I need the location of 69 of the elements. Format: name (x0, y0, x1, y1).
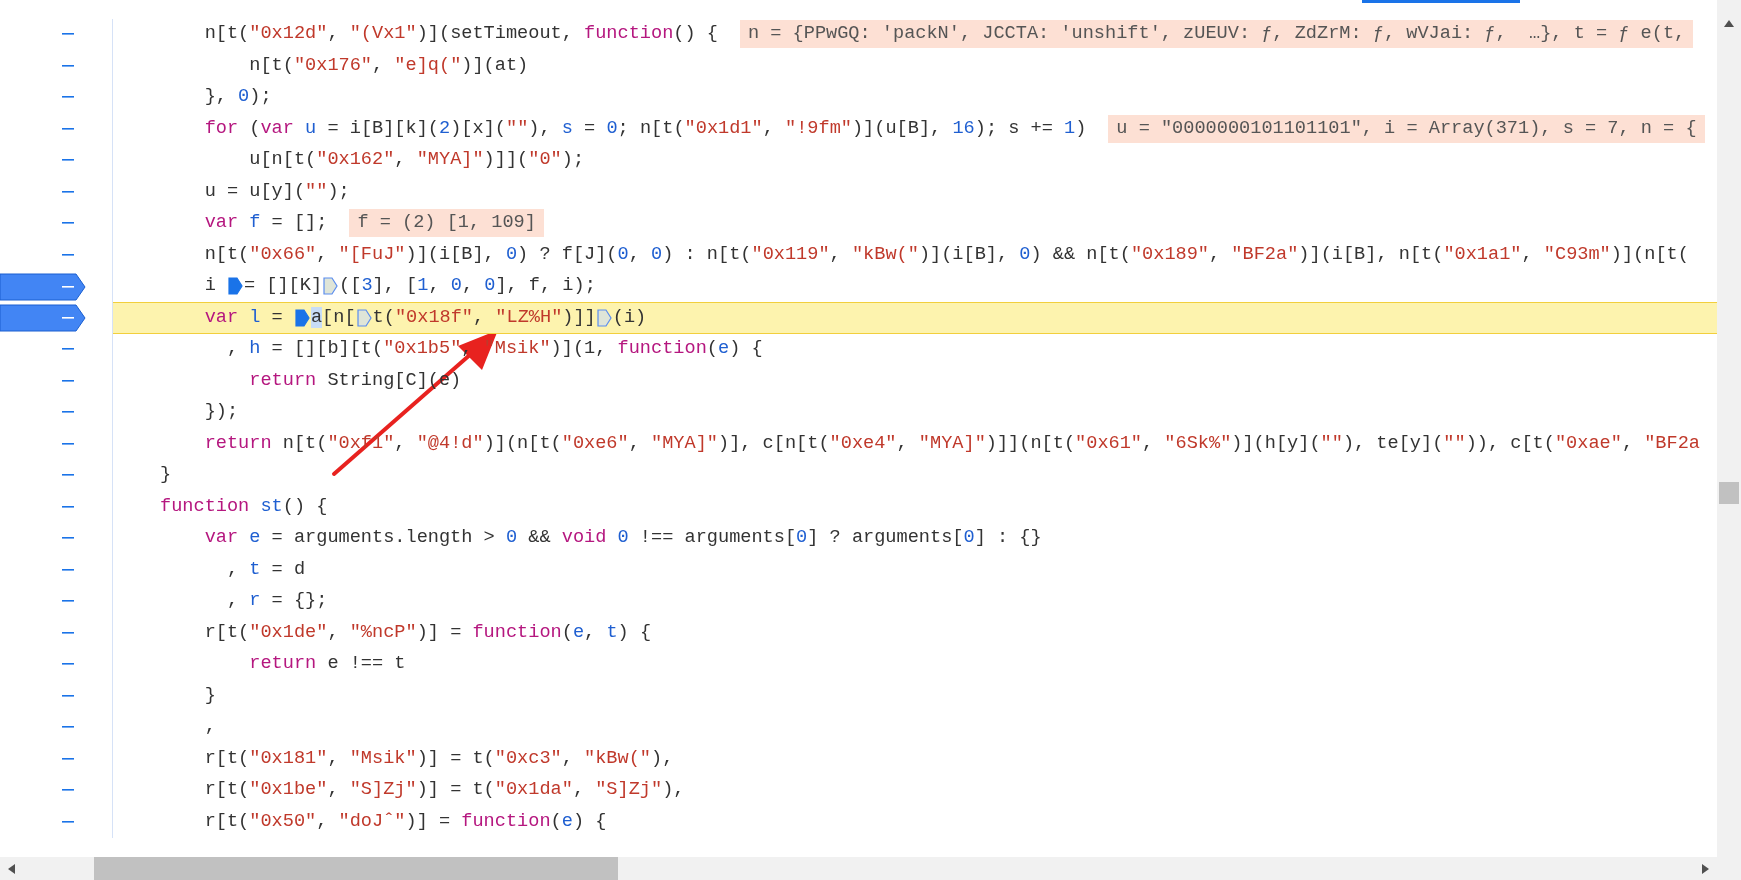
code-text: }); (203, 400, 239, 425)
code-text: u[n[t("0x162", "MYA]")]]("0"); (248, 148, 585, 173)
code-text: = [][K] (243, 274, 323, 299)
horizontal-scrollbar[interactable] (0, 857, 1741, 880)
inline-value: n = {PPwGQ: 'packN', JCCTA: 'unshift', zUEUV: ƒ, ZdZrM: ƒ, wVJai: ƒ, …}, t = ƒ e(t, (739, 20, 1694, 49)
code-text: var f = []; (203, 211, 328, 236)
line-marker-icon[interactable] (62, 379, 74, 382)
line-marker-icon[interactable] (62, 127, 74, 130)
line-marker-icon[interactable] (62, 726, 74, 729)
line-marker-icon[interactable] (62, 820, 74, 823)
line-marker-icon[interactable] (62, 253, 74, 256)
code-text: return e !== t (248, 652, 406, 677)
code-text: r[t("0x1be", "S]Zj")] = t("0x1da", "S]Zj"), (203, 778, 685, 803)
scrollbar-thumb[interactable] (1719, 482, 1739, 504)
line-marker-icon[interactable] (62, 222, 74, 225)
code-text: t("0x18f", "LZ%H")]] (372, 305, 596, 330)
code-text: r[t("0x50", "doJˆ")] = function(e) { (203, 809, 607, 834)
line-marker-icon[interactable] (62, 411, 74, 414)
scroll-up-icon[interactable] (1724, 20, 1734, 27)
line-marker-icon[interactable] (62, 757, 74, 760)
code-text: i (203, 274, 217, 299)
code-text: n[t("0x66", "[FuJ")](i[B], 0) ? f[J](0, 0) : n[t("0x119", "kBw(")](i[B], 0) && n[t("0x189", "BF2a")](i[B], n[t("0x1a1", "C93m")](n[t( (203, 242, 1689, 267)
line-marker-icon[interactable] (62, 631, 74, 634)
inline-value: u = "0000000101101101", i = Array(371), s = 7, n = { (1108, 114, 1705, 143)
code-text: var e = arguments.length > 0 && void 0 !== arguments[0] ? arguments[0] : {} (203, 526, 1042, 551)
scroll-right-icon[interactable] (1702, 863, 1709, 874)
code-text: , t = d (225, 557, 306, 582)
line-marker-icon[interactable] (62, 442, 74, 445)
code-text: var l = (203, 305, 284, 330)
code-text: (i) (612, 305, 647, 330)
scrollbar-thumb[interactable] (94, 857, 618, 880)
code-text: r[t("0x181", "Msik")] = t("0xc3", "kBw("), (203, 746, 674, 771)
scroll-left-icon[interactable] (8, 863, 15, 874)
code-text: ([3], [1, 0, 0], f, i); (339, 274, 596, 299)
line-marker-icon[interactable] (62, 537, 74, 540)
step-marker-icon[interactable] (294, 308, 310, 327)
code-text: } (160, 463, 172, 488)
breakpoint-marker[interactable] (0, 304, 86, 333)
step-marker-outline-icon[interactable] (356, 308, 372, 327)
code-text: u = u[y](""); (203, 179, 350, 204)
code-text: for (var u = i[B][k](2)[x](""), s = 0; n[t("0x1d1", "!9fm")](u[B], 16); s += 1) (203, 116, 1087, 141)
code-text: n[t("0x12d", "(Vx1")](setTimeout, function() { (203, 22, 718, 47)
step-marker-icon[interactable] (227, 277, 243, 296)
code-text: r[t("0x1de", "%ncP")] = function(e, t) { (203, 620, 652, 645)
line-marker-icon[interactable] (62, 474, 74, 477)
breakpoint-marker[interactable] (0, 272, 86, 301)
line-marker-icon[interactable] (62, 348, 74, 351)
step-marker-outline-icon[interactable] (323, 277, 339, 296)
line-marker-icon[interactable] (62, 96, 74, 99)
line-marker-icon[interactable] (62, 789, 74, 792)
code-text: , r = {}; (225, 589, 328, 614)
line-marker-icon[interactable] (62, 505, 74, 508)
line-marker-icon[interactable] (62, 600, 74, 603)
line-marker-icon[interactable] (62, 694, 74, 697)
code-text: }, 0); (203, 85, 272, 110)
code-text: } (203, 683, 216, 708)
line-marker-icon[interactable] (62, 64, 74, 67)
step-marker-outline-icon[interactable] (596, 308, 612, 327)
code-text: a[n[ (310, 305, 356, 330)
vertical-scrollbar[interactable] (1717, 0, 1741, 857)
line-marker-icon[interactable] (62, 568, 74, 571)
code-text: , (203, 715, 216, 740)
line-marker-icon[interactable] (62, 159, 74, 162)
code-text: function st() { (160, 494, 328, 519)
code-text: n[t("0x176", "e]q(")](at) (248, 53, 529, 78)
line-marker-icon[interactable] (62, 663, 74, 666)
inline-value: f = (2) [1, 109] (349, 209, 544, 238)
line-marker-icon[interactable] (62, 33, 74, 36)
line-marker-icon[interactable] (62, 190, 74, 193)
